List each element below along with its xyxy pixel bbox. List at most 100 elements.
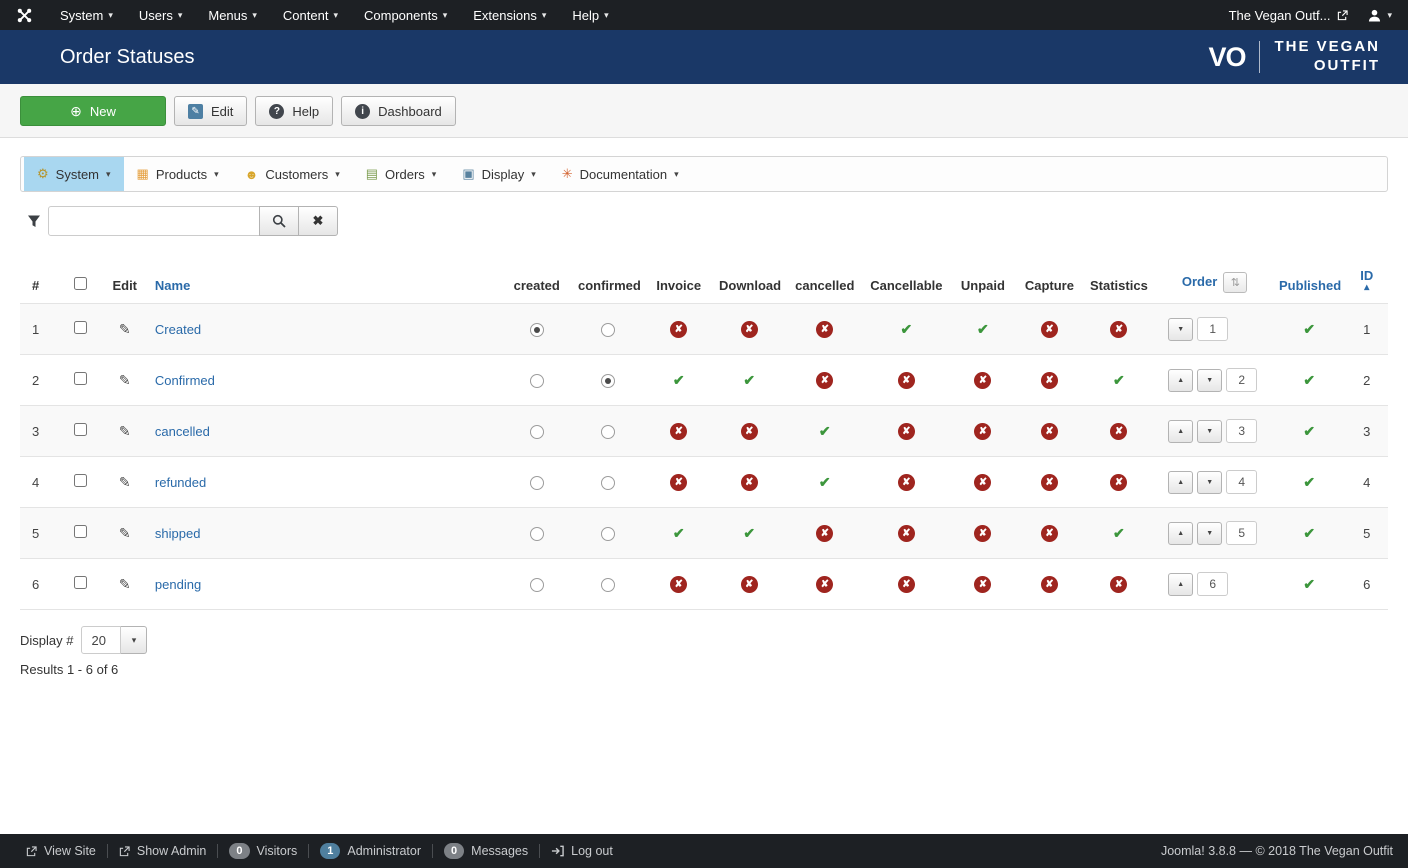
edit-button[interactable]: ✎ Edit	[174, 96, 247, 126]
status-name-link[interactable]: cancelled	[155, 424, 210, 439]
edit-pencil-icon[interactable]: ✎	[119, 576, 131, 592]
footer-administrator-link[interactable]: 1 Administrator	[309, 843, 432, 859]
search-button[interactable]	[259, 206, 299, 236]
order-input[interactable]	[1226, 419, 1257, 443]
download-status-icon[interactable]	[741, 576, 758, 593]
published-status-icon[interactable]	[1301, 525, 1318, 542]
order-input[interactable]	[1197, 317, 1228, 341]
download-status-icon[interactable]	[741, 423, 758, 440]
cancellable-status-icon[interactable]	[898, 525, 915, 542]
created-radio[interactable]	[530, 374, 544, 388]
nav-item-documentation[interactable]: ✳ Documentation ▾	[549, 157, 692, 191]
confirmed-radio[interactable]	[601, 527, 615, 541]
footer-visitors-link[interactable]: 0 Visitors	[218, 843, 308, 859]
order-up-button[interactable]: ▲	[1168, 573, 1193, 596]
invoice-status-icon[interactable]	[670, 525, 687, 542]
confirmed-radio[interactable]	[601, 578, 615, 592]
edit-pencil-icon[interactable]: ✎	[119, 321, 131, 337]
order-up-button[interactable]: ▲	[1168, 420, 1193, 443]
statistics-status-icon[interactable]	[1110, 372, 1127, 389]
cancellable-status-icon[interactable]	[898, 321, 915, 338]
created-radio[interactable]	[530, 476, 544, 490]
invoice-status-icon[interactable]	[670, 321, 687, 338]
order-up-button[interactable]: ▲	[1168, 369, 1193, 392]
confirmed-radio[interactable]	[601, 374, 615, 388]
row-checkbox[interactable]	[74, 372, 87, 385]
row-checkbox[interactable]	[74, 474, 87, 487]
footer-view-site-link[interactable]: View Site	[15, 844, 107, 858]
nav-item-display[interactable]: ▣ Display ▾	[449, 157, 548, 191]
published-status-icon[interactable]	[1301, 423, 1318, 440]
order-up-button[interactable]: ▲	[1168, 522, 1193, 545]
row-checkbox[interactable]	[74, 525, 87, 538]
sort-by-name-link[interactable]: Name	[155, 278, 190, 293]
order-down-button[interactable]: ▼	[1197, 471, 1222, 494]
clear-filter-button[interactable]: ✖	[298, 206, 338, 236]
row-checkbox[interactable]	[74, 321, 87, 334]
status-name-link[interactable]: Confirmed	[155, 373, 215, 388]
order-down-button[interactable]: ▼	[1197, 522, 1222, 545]
sort-by-order-link[interactable]: Order	[1182, 274, 1217, 289]
edit-pencil-icon[interactable]: ✎	[119, 423, 131, 439]
invoice-status-icon[interactable]	[670, 423, 687, 440]
order-input[interactable]	[1226, 470, 1257, 494]
download-status-icon[interactable]	[741, 321, 758, 338]
nav-item-products[interactable]: ▦ Products ▾	[124, 157, 232, 191]
unpaid-status-icon[interactable]	[974, 474, 991, 491]
footer-messages-link[interactable]: 0 Messages	[433, 843, 539, 859]
cancellable-status-icon[interactable]	[898, 576, 915, 593]
download-status-icon[interactable]	[741, 372, 758, 389]
menu-help[interactable]: Help▾	[559, 0, 621, 30]
statistics-status-icon[interactable]	[1110, 474, 1127, 491]
menu-menus[interactable]: Menus▾	[195, 0, 270, 30]
status-name-link[interactable]: pending	[155, 577, 201, 592]
confirmed-radio[interactable]	[601, 476, 615, 490]
row-checkbox[interactable]	[74, 423, 87, 436]
status-name-link[interactable]: refunded	[155, 475, 206, 490]
menu-system[interactable]: System▾	[47, 0, 126, 30]
confirmed-radio[interactable]	[601, 323, 615, 337]
unpaid-status-icon[interactable]	[974, 372, 991, 389]
sort-by-published-link[interactable]: Published	[1279, 278, 1341, 293]
unpaid-status-icon[interactable]	[974, 423, 991, 440]
download-status-icon[interactable]	[741, 525, 758, 542]
download-status-icon[interactable]	[741, 474, 758, 491]
cancellable-status-icon[interactable]	[898, 372, 915, 389]
menu-extensions[interactable]: Extensions▾	[460, 0, 559, 30]
order-down-button[interactable]: ▼	[1197, 369, 1222, 392]
order-input[interactable]	[1197, 572, 1228, 596]
nav-item-system[interactable]: ⚙ System ▾	[24, 157, 124, 191]
nav-item-customers[interactable]: ☻ Customers ▾	[232, 157, 353, 191]
nav-item-orders[interactable]: ▤ Orders ▾	[353, 157, 450, 191]
published-status-icon[interactable]	[1301, 372, 1318, 389]
created-radio[interactable]	[530, 578, 544, 592]
edit-pencil-icon[interactable]: ✎	[119, 525, 131, 541]
published-status-icon[interactable]	[1301, 576, 1318, 593]
menu-content[interactable]: Content▾	[270, 0, 351, 30]
order-up-button[interactable]: ▲	[1168, 471, 1193, 494]
cancelled-status-icon[interactable]	[816, 576, 833, 593]
invoice-status-icon[interactable]	[670, 372, 687, 389]
footer-logout-link[interactable]: Log out	[540, 844, 624, 858]
capture-status-icon[interactable]	[1041, 372, 1058, 389]
cancelled-status-icon[interactable]	[816, 474, 833, 491]
cancelled-status-icon[interactable]	[816, 321, 833, 338]
invoice-status-icon[interactable]	[670, 576, 687, 593]
statistics-status-icon[interactable]	[1110, 321, 1127, 338]
created-radio[interactable]	[530, 425, 544, 439]
invoice-status-icon[interactable]	[670, 474, 687, 491]
unpaid-status-icon[interactable]	[974, 576, 991, 593]
sort-by-id-link[interactable]: ID	[1360, 268, 1373, 283]
created-radio[interactable]	[530, 323, 544, 337]
order-down-button[interactable]: ▼	[1197, 420, 1222, 443]
capture-status-icon[interactable]	[1041, 576, 1058, 593]
order-input[interactable]	[1226, 521, 1257, 545]
cancelled-status-icon[interactable]	[816, 525, 833, 542]
statistics-status-icon[interactable]	[1110, 525, 1127, 542]
order-down-button[interactable]: ▼	[1168, 318, 1193, 341]
cancellable-status-icon[interactable]	[898, 423, 915, 440]
published-status-icon[interactable]	[1301, 321, 1318, 338]
unpaid-status-icon[interactable]	[974, 321, 991, 338]
select-all-checkbox[interactable]	[74, 277, 87, 290]
select-caret-button[interactable]: ▾	[121, 626, 147, 654]
